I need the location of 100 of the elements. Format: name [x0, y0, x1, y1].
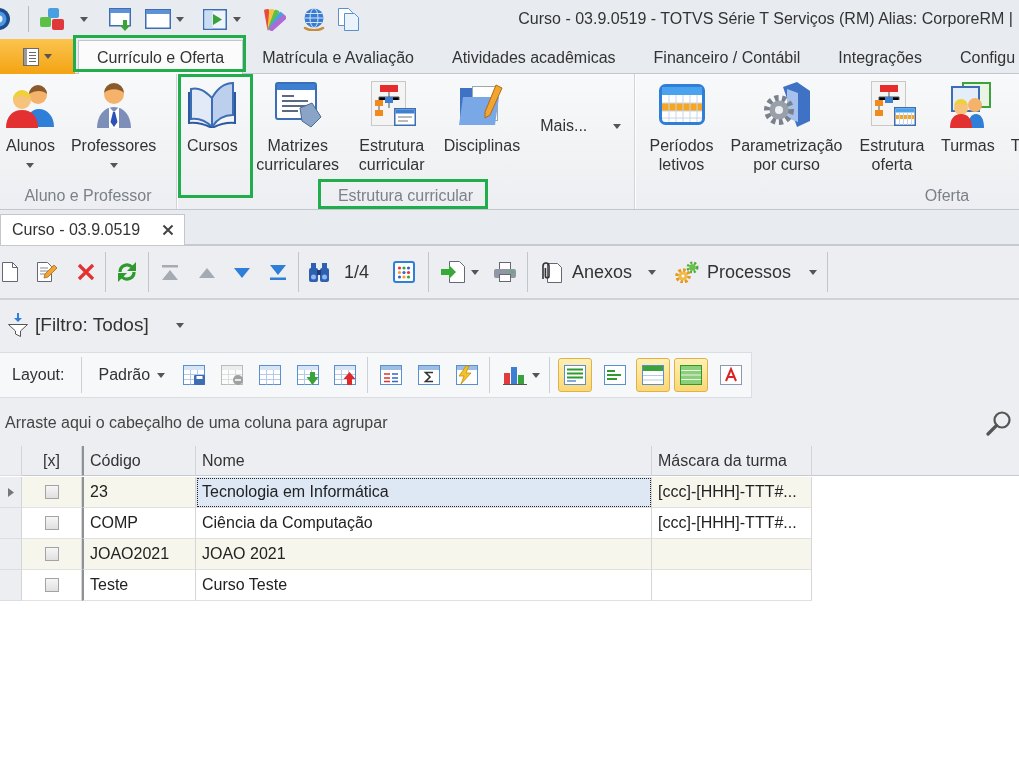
table-cell: [ccc]-[HHH]-TTT#...	[652, 477, 812, 508]
toggle-button[interactable]	[558, 358, 593, 392]
toggle-button[interactable]	[674, 358, 709, 392]
search-icon[interactable]	[986, 410, 1012, 436]
globe-icon[interactable]	[303, 7, 325, 31]
caret-icon[interactable]	[648, 269, 657, 275]
list-icon	[23, 47, 39, 66]
paperclip-icon	[540, 261, 563, 283]
window-download-icon[interactable]	[109, 7, 131, 31]
orb-icon[interactable]	[0, 7, 10, 31]
ribbon-tab[interactable]: Atividades acadêmicas	[432, 41, 635, 74]
ribbon-button[interactable]: Turmas	[935, 74, 1001, 182]
dropdown-button[interactable]: Processos	[671, 257, 822, 287]
export-icon[interactable]	[441, 261, 466, 283]
table-cell: Curso Teste	[196, 570, 652, 601]
document-tab[interactable]: Curso - 03.9.0519	[0, 214, 186, 245]
checkbox[interactable]	[44, 547, 59, 561]
column-header[interactable]: Código	[82, 446, 196, 476]
print-icon[interactable]	[494, 262, 517, 282]
ribbon-button[interactable]: Períodos letivos	[643, 74, 720, 182]
checkbox[interactable]	[44, 485, 59, 499]
ribbon-button[interactable]: Cursos	[181, 74, 244, 182]
funnel-icon	[8, 313, 28, 337]
table-cell: Teste	[82, 570, 196, 601]
ribbon-menu-button[interactable]: Mais...	[532, 113, 630, 139]
grid-lines-icon	[564, 365, 587, 385]
window-title: Curso - 03.9.0519 - TOTVS Série T Serviços (RM) Alias: CorporeRM |	[518, 10, 1013, 28]
layout-label: Layout:	[12, 366, 65, 384]
ribbon-tab[interactable]: Matrícula e Avaliação	[243, 41, 433, 74]
table-cell: JOAO 2021	[196, 539, 652, 570]
app-menu-button[interactable]	[0, 39, 75, 74]
checkbox[interactable]	[44, 516, 59, 530]
new-document-icon[interactable]	[2, 262, 18, 282]
column-header[interactable]: Nome	[196, 446, 652, 476]
ribbon-tab[interactable]: Currículo e Oferta	[78, 40, 244, 74]
lightning-icon[interactable]	[456, 365, 479, 385]
table-cell: JOAO2021	[82, 539, 196, 570]
dropdown-button[interactable]: Anexos	[536, 257, 661, 287]
record-position: 1/4	[344, 261, 370, 283]
ribbon-button[interactable]: Professores	[64, 74, 163, 182]
ribbon-tab[interactable]: Integrações	[819, 41, 941, 74]
ribbon-button[interactable]: Matrizes curriculares	[249, 74, 346, 182]
caret-icon[interactable]	[532, 372, 541, 378]
save-layout-icon[interactable]	[183, 365, 206, 385]
ribbon-button[interactable]: Alunos	[0, 74, 61, 182]
caret-icon[interactable]	[26, 163, 35, 168]
sigma-icon[interactable]	[418, 365, 441, 385]
ribbon-button[interactable]: Disciplinas	[437, 74, 527, 182]
group-panel-hint: Arraste aqui o cabeçalho de uma coluna para agrupar	[5, 414, 388, 432]
group-label: Aluno e Professor	[24, 186, 152, 205]
group-label: Estrutura curricular	[337, 186, 474, 205]
ribbon-button[interactable]: Estrutura oferta	[853, 74, 931, 182]
caret-icon[interactable]	[233, 16, 241, 22]
refresh-icon[interactable]	[116, 261, 138, 283]
caret-icon[interactable]	[157, 372, 166, 378]
caret-icon[interactable]	[613, 123, 622, 129]
ribbon-tab[interactable]: Financeiro / Contábil	[634, 41, 820, 74]
filter-button[interactable]: [Filtro: Todos]	[8, 311, 184, 339]
bar-chart-icon[interactable]	[503, 365, 528, 385]
last-record-icon[interactable]	[268, 264, 288, 280]
table-cell: Ciência da Computação	[196, 508, 652, 539]
table-cell: 23	[82, 477, 196, 508]
row-header[interactable]	[0, 477, 22, 508]
caret-icon[interactable]	[176, 16, 184, 22]
document-list-icon	[273, 80, 322, 128]
table-cell: [ccc]-[HHH]-TTT#...	[652, 508, 812, 539]
caret-icon[interactable]	[471, 269, 480, 275]
group-label: Oferta	[924, 186, 970, 205]
caret-icon[interactable]	[809, 269, 818, 275]
ribbon-button[interactable]: Parametrização por curso	[724, 74, 849, 182]
edit-document-icon[interactable]	[37, 262, 58, 282]
toggle-button[interactable]	[636, 358, 671, 392]
font-icon	[720, 365, 743, 385]
table-icon[interactable]	[259, 365, 282, 385]
table-cell: Tecnologia em Informática	[196, 477, 652, 508]
dots-grid-icon[interactable]	[393, 261, 416, 283]
binoculars-icon[interactable]	[308, 262, 330, 282]
layout-dropdown[interactable]: Padrão	[94, 362, 170, 388]
blocks-icon[interactable]	[40, 8, 64, 30]
copy-icon[interactable]	[338, 7, 359, 31]
caret-icon[interactable]	[175, 322, 184, 328]
book-icon	[188, 80, 237, 128]
ribbon-tab[interactable]: Configu	[940, 41, 1019, 74]
caret-icon[interactable]	[44, 54, 52, 59]
gears-icon	[675, 261, 700, 283]
header-rows-icon	[642, 365, 665, 385]
columns-icon[interactable]	[380, 365, 403, 385]
palette-icon[interactable]	[263, 7, 286, 31]
column-header[interactable]: Máscara da turma	[652, 446, 812, 476]
ribbon-button[interactable]: Estrutura curricular	[351, 74, 432, 182]
caret-icon[interactable]	[80, 16, 88, 22]
close-icon[interactable]	[162, 224, 175, 236]
caret-icon[interactable]	[109, 163, 118, 168]
checkbox[interactable]	[44, 578, 59, 592]
filled-grid-icon	[680, 365, 703, 385]
table-cell: COMP	[82, 508, 196, 539]
window-icon[interactable]	[145, 9, 171, 29]
delete-icon[interactable]	[77, 263, 95, 281]
row-lines-icon	[604, 365, 627, 385]
column-header[interactable]: [x]	[22, 446, 82, 476]
